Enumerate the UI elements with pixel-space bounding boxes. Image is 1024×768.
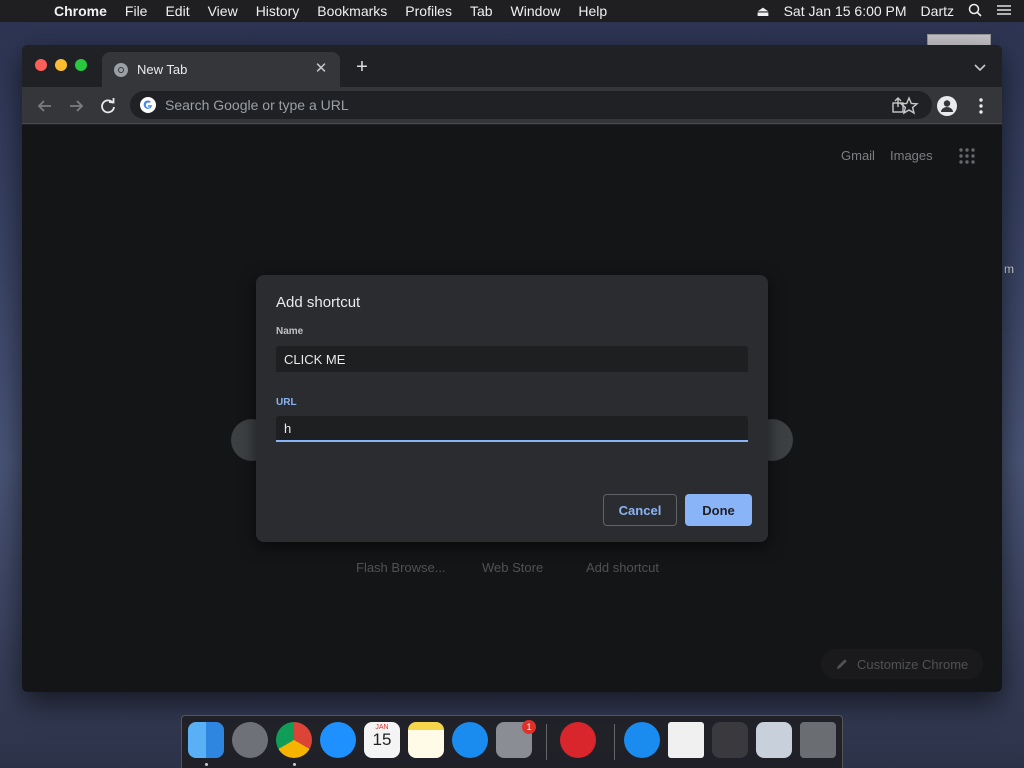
spotlight-search-icon[interactable] (968, 3, 982, 20)
back-arrow-icon[interactable] (34, 95, 56, 117)
browser-toolbar: Search Google or type a URL (22, 87, 1002, 124)
trash-icon[interactable] (800, 722, 836, 758)
tab-title: New Tab (137, 62, 188, 77)
menu-window[interactable]: Window (511, 3, 561, 19)
menu-edit[interactable]: Edit (165, 3, 189, 19)
tab-close-icon[interactable]: ✕ (312, 60, 330, 78)
virtualbox-stack-icon[interactable] (756, 722, 792, 758)
profile-avatar-icon[interactable] (936, 95, 958, 117)
calendar-icon[interactable]: JAN 15 (364, 722, 400, 758)
flash-browser-icon[interactable] (560, 722, 596, 758)
app-store-icon[interactable] (452, 722, 488, 758)
chrome-icon[interactable] (276, 722, 312, 758)
system-preferences-badge: 1 (522, 720, 536, 734)
minimize-window-button[interactable] (55, 59, 67, 71)
archive-file-icon[interactable] (668, 722, 704, 758)
tab-search-chevron-icon[interactable] (972, 59, 988, 75)
reload-icon[interactable] (97, 95, 119, 117)
zoom-window-button[interactable] (75, 59, 87, 71)
close-window-button[interactable] (35, 59, 47, 71)
dock-separator (546, 724, 547, 760)
dock-separator-2 (614, 724, 615, 760)
menu-clock[interactable]: Sat Jan 15 6:00 PM (784, 3, 907, 19)
finder-running-indicator (205, 763, 208, 766)
name-field-label: Name (276, 326, 304, 337)
url-field-label: URL (276, 397, 297, 408)
bookmark-star-icon[interactable] (898, 95, 920, 117)
add-shortcut-dialog: Add shortcut Name URL Cancel Done (256, 275, 768, 542)
done-button[interactable]: Done (685, 494, 752, 526)
control-center-icon[interactable] (996, 3, 1012, 19)
google-g-icon (140, 97, 156, 113)
menu-bookmarks[interactable]: Bookmarks (317, 3, 387, 19)
eject-icon[interactable]: ⏏ (756, 3, 769, 20)
launchpad-rocket-icon[interactable] (232, 722, 268, 758)
browser-window: New Tab ✕ + Search Google or type a URL (22, 45, 1002, 692)
omnibox[interactable]: Search Google or type a URL (130, 91, 932, 119)
menu-profiles[interactable]: Profiles (405, 3, 452, 19)
menu-view[interactable]: View (208, 3, 238, 19)
forward-arrow-icon[interactable] (65, 95, 87, 117)
menu-help[interactable]: Help (578, 3, 607, 19)
menu-tab[interactable]: Tab (470, 3, 493, 19)
url-input[interactable] (276, 416, 748, 442)
chrome-favicon-icon (114, 62, 128, 77)
app-store-download-icon[interactable] (624, 722, 660, 758)
tab-strip: New Tab ✕ + (22, 45, 1002, 87)
new-tab-plus-icon[interactable]: + (352, 57, 372, 77)
menu-app-name[interactable]: Chrome (54, 3, 107, 19)
downloads-stack-icon[interactable] (712, 722, 748, 758)
omnibox-placeholder: Search Google or type a URL (165, 97, 349, 113)
cancel-button[interactable]: Cancel (603, 494, 677, 526)
dock: JAN 15 1 (181, 715, 843, 768)
kebab-menu-icon[interactable] (970, 95, 992, 117)
tab-new-tab[interactable]: New Tab ✕ (102, 52, 340, 87)
menu-bar: Chrome File Edit View History Bookmarks … (0, 0, 1024, 22)
safari-compass-icon[interactable] (320, 722, 356, 758)
desktop-edge-text: m (1004, 262, 1014, 276)
menu-history[interactable]: History (256, 3, 300, 19)
menu-file[interactable]: File (125, 3, 148, 19)
name-input[interactable] (276, 346, 748, 372)
finder-icon[interactable] (188, 722, 224, 758)
notes-icon[interactable] (408, 722, 444, 758)
dialog-title: Add shortcut (276, 294, 361, 311)
chrome-running-indicator (293, 763, 296, 766)
menu-user[interactable]: Dartz (921, 3, 954, 19)
calendar-day: 15 (372, 730, 392, 749)
